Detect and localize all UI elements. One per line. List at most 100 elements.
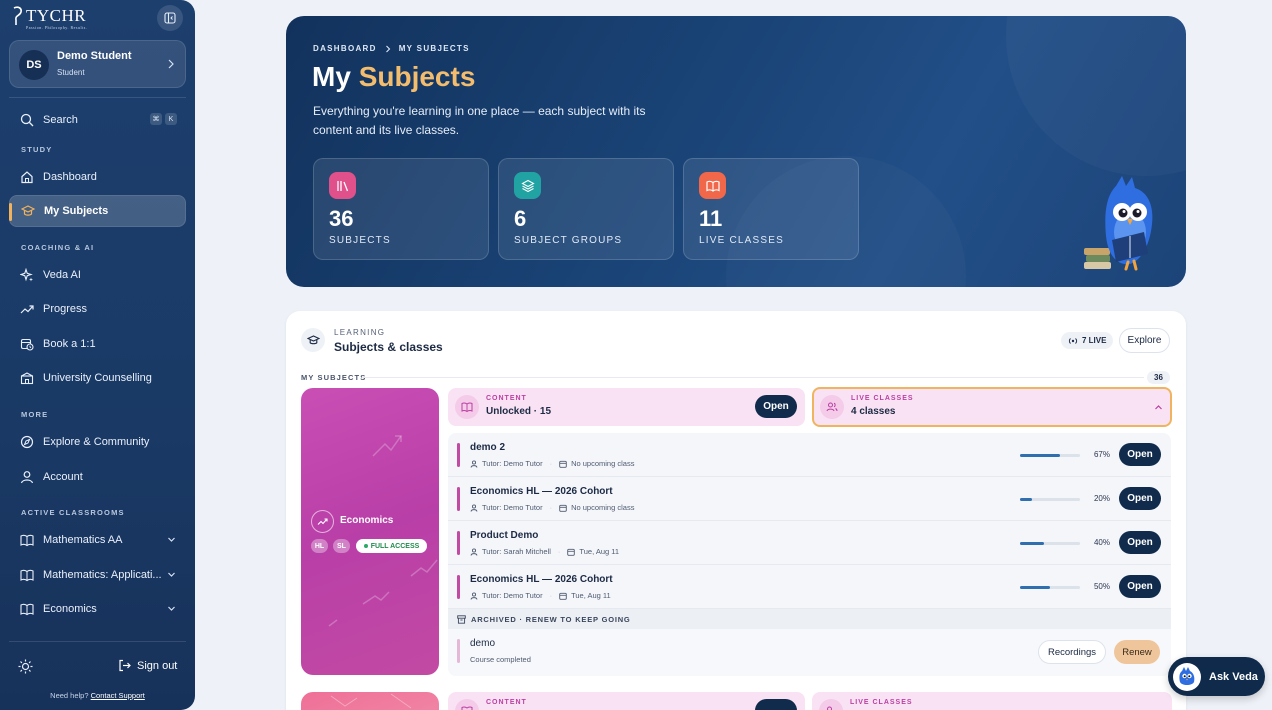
chevron-up-icon[interactable] (1154, 403, 1163, 412)
class-meta: Tutor: Demo Tutor · No upcoming class (470, 503, 634, 512)
collapse-sidebar-button[interactable] (157, 5, 183, 31)
content-summary: CONTENT Unlocked · 15 Open (448, 388, 805, 426)
book-open-icon (20, 534, 34, 547)
contact-support-link[interactable]: Contact Support (91, 691, 145, 700)
breadcrumb-current: MY SUBJECTS (398, 44, 470, 53)
theme-toggle-button[interactable] (18, 659, 33, 679)
layers-icon (520, 179, 535, 192)
archived-class-row: demo Course completed Recordings Renew (448, 629, 1171, 676)
graduation-cap-icon (306, 334, 320, 344)
stat-card-live-classes: 11 LIVE CLASSES (683, 158, 859, 260)
subjects-count-badge: 36 (1147, 371, 1170, 384)
sidebar-item-label: Economics (43, 603, 97, 615)
open-class-button[interactable]: Open (1119, 575, 1161, 598)
sidebar-item-account[interactable]: Account (9, 461, 186, 493)
sidebar-item-counselling[interactable]: University Counselling (9, 362, 186, 394)
user-icon (470, 459, 478, 468)
stat-label: LIVE CLASSES (699, 235, 784, 246)
sidebar-item-math-aa[interactable]: Mathematics AA (9, 524, 186, 556)
logo-mark-icon (13, 6, 22, 25)
section-study: STUDY (21, 145, 53, 154)
sidebar-item-explore[interactable]: Explore & Community (9, 426, 186, 458)
avatar: DS (19, 50, 49, 80)
user-card[interactable]: DS Demo Student Student (9, 40, 186, 88)
calendar-icon (559, 504, 567, 512)
subject-card-economics[interactable]: Economics HL SL FULL ACCESS (301, 388, 439, 675)
explore-button[interactable]: Explore (1119, 328, 1170, 353)
veda-avatar (1173, 662, 1201, 691)
sidebar-item-my-subjects[interactable]: My Subjects (9, 195, 186, 227)
home-icon (21, 171, 33, 184)
archived-header: ARCHIVED · RENEW TO KEEP GOING (448, 609, 1171, 629)
stat-value: 11 (699, 206, 723, 231)
renew-button[interactable]: Renew (1114, 640, 1160, 664)
ask-veda-label: Ask Veda (1209, 670, 1258, 683)
my-subjects-label: MY SUBJECTS (301, 373, 367, 382)
sidebar-item-progress[interactable]: Progress (9, 293, 186, 325)
progress-percent: 67% (1093, 450, 1110, 459)
user-icon (470, 591, 478, 600)
breadcrumb-dashboard[interactable]: DASHBOARD (313, 44, 377, 53)
archive-icon (457, 614, 466, 624)
book-open-icon (461, 402, 473, 413)
class-meta: Tutor: Sarah Mitchell · Tue, Aug 11 (470, 547, 619, 556)
open-content-button[interactable]: Open (755, 395, 797, 418)
sidebar-item-label: Explore & Community (43, 436, 150, 448)
calendar-icon (567, 548, 576, 556)
open-class-button[interactable]: Open (1119, 487, 1161, 510)
sidebar-item-math-ai[interactable]: Mathematics: Applicati... (9, 559, 186, 591)
open-content-button[interactable] (755, 699, 797, 710)
access-badge: FULL ACCESS (356, 539, 427, 553)
owl-mascot-illustration (1084, 176, 1153, 271)
class-next: Tue, Aug 11 (579, 547, 620, 556)
sidebar-toggle-icon (164, 12, 176, 24)
live-classes-summary[interactable]: LIVE CLASSES 4 classes (812, 387, 1172, 427)
progress-fill (1020, 498, 1032, 501)
live-icon-box (820, 395, 844, 419)
stat-value: 6 (514, 206, 527, 231)
class-title: Economics HL — 2026 Cohort (470, 486, 613, 497)
k-key: K (165, 113, 177, 125)
sidebar-item-book[interactable]: Book a 1:1 (9, 328, 186, 360)
divider (362, 377, 1144, 378)
sidebar-item-dashboard[interactable]: Dashboard (9, 161, 186, 193)
recordings-button[interactable]: Recordings (1038, 640, 1106, 664)
panel-title: Subjects & classes (334, 340, 443, 354)
sign-out-button[interactable]: Sign out (118, 659, 177, 672)
compass-icon (20, 435, 34, 449)
sidebar-item-label: Mathematics AA (43, 534, 123, 546)
class-meta: Tutor: Demo Tutor · No upcoming class (470, 459, 634, 468)
ask-veda-button[interactable]: Ask Veda (1168, 657, 1265, 696)
class-row: Economics HL — 2026 Cohort Tutor: Demo T… (448, 477, 1171, 521)
live-count-badge: 7 LIVE (1061, 332, 1114, 349)
section-coaching: COACHING & AI (21, 243, 95, 252)
chevron-right-icon (385, 45, 390, 52)
row-accent (457, 639, 460, 663)
search-shortcut: ⌘ K (150, 113, 177, 125)
class-tutor: Tutor: Sarah Mitchell (482, 547, 551, 556)
sidebar-item-veda-ai[interactable]: Veda AI (9, 259, 186, 291)
progress-bar (1020, 586, 1080, 589)
tychr-logo[interactable]: TYCHR Passion. Philosophy. Results. (12, 6, 87, 30)
content-title: Unlocked · 15 (486, 406, 552, 417)
content-eyebrow: CONTENT (486, 699, 527, 706)
sidebar-item-economics[interactable]: Economics (9, 593, 186, 625)
progress-bar (1020, 454, 1080, 457)
book-open-icon (20, 603, 34, 616)
divider (9, 97, 186, 98)
archived-title: demo (470, 638, 496, 649)
live-classes-summary[interactable]: LIVE CLASSES (812, 692, 1172, 710)
search-item[interactable]: Search ⌘ K (9, 104, 186, 136)
class-tutor: Tutor: Demo Tutor (482, 459, 543, 468)
trending-up-icon (317, 518, 328, 525)
class-title: Product Demo (470, 530, 539, 541)
subject-icon-box (311, 510, 334, 533)
subject-card[interactable] (301, 692, 439, 710)
calendar-icon (559, 592, 567, 600)
open-class-button[interactable]: Open (1119, 531, 1161, 554)
sidebar-item-label: University Counselling (43, 372, 152, 384)
open-class-button[interactable]: Open (1119, 443, 1161, 466)
class-next: Tue, Aug 11 (571, 591, 611, 600)
meta-separator: · (549, 591, 553, 600)
progress-fill (1020, 586, 1050, 589)
